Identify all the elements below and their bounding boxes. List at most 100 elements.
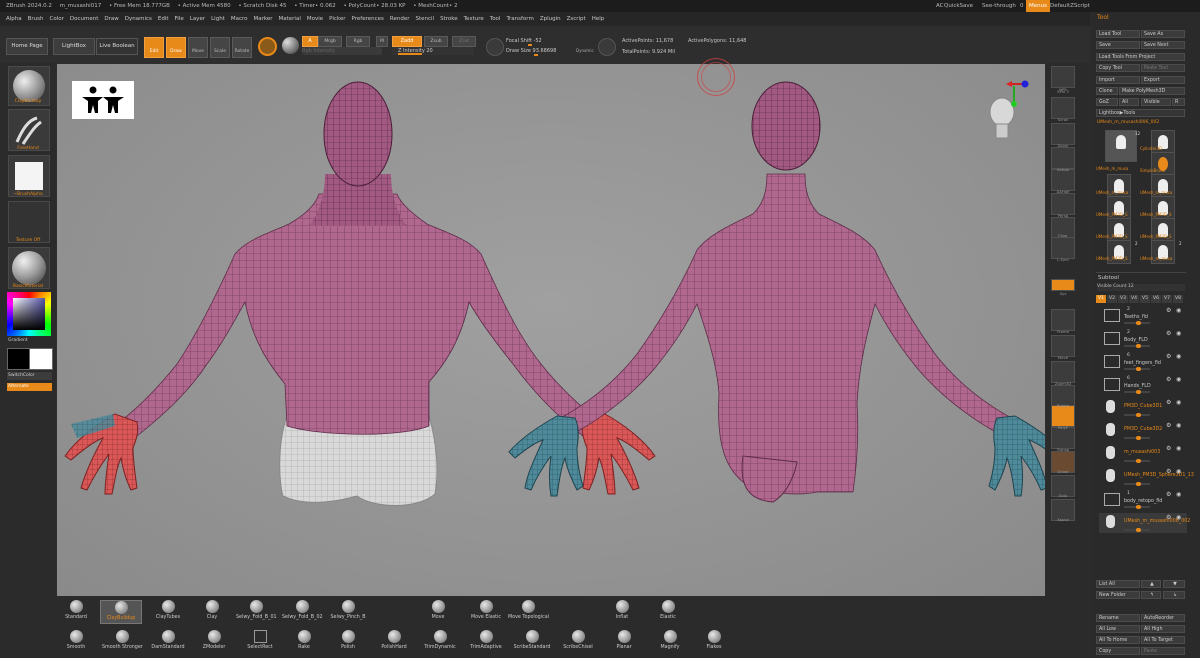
polyf-button[interactable] [1051, 405, 1075, 427]
load-tools-from-project-button[interactable]: Load Tools From Project [1096, 53, 1185, 61]
subtool-opacity-slider[interactable] [1124, 459, 1150, 463]
paste-button[interactable]: Paste [1141, 647, 1185, 655]
default-zscript-button[interactable]: DefaultZScript [1050, 0, 1090, 12]
draw-button[interactable]: Draw [166, 37, 186, 58]
color-picker[interactable] [7, 292, 51, 336]
load-tool-button[interactable]: Load Tool [1096, 30, 1140, 38]
menu-edit[interactable]: Edit [158, 16, 169, 22]
menu-render[interactable]: Render [390, 16, 410, 22]
focal-shift-slider[interactable]: Focal Shift -52 [506, 37, 594, 46]
folder-icon[interactable] [1104, 493, 1120, 506]
subtool-opacity-slider[interactable] [1124, 321, 1150, 325]
subtool-opacity-slider[interactable] [1124, 436, 1150, 440]
rotate-button[interactable]: Rotate [232, 37, 252, 58]
version-button-v4[interactable]: V4 [1129, 295, 1139, 303]
gear-icon[interactable]: ⚙ [1166, 514, 1171, 521]
subtool-opacity-slider[interactable] [1124, 390, 1150, 394]
home-page-button[interactable]: Home Page [6, 38, 48, 55]
brush-rake[interactable]: Rake [284, 630, 324, 652]
brush-claytubes[interactable]: ClayTubes [148, 600, 188, 622]
actual-icon[interactable] [1051, 147, 1075, 169]
tool-thumbnail[interactable] [1105, 130, 1137, 162]
material-sphere-icon[interactable] [282, 37, 299, 54]
slider-knob[interactable] [1136, 321, 1141, 325]
menu-help[interactable]: Help [592, 16, 605, 22]
brush-scribechisel[interactable]: ScribeChisel [558, 630, 598, 652]
menu-macro[interactable]: Macro [231, 16, 248, 22]
slider-knob[interactable] [1136, 413, 1141, 417]
persp-icon[interactable] [1051, 193, 1075, 215]
menu-preferences[interactable]: Preferences [352, 16, 384, 22]
eye-icon[interactable]: ◉ [1176, 445, 1181, 452]
brush-move-elastic[interactable]: Move Elastic [466, 600, 506, 622]
eye-icon[interactable]: ◉ [1176, 514, 1181, 521]
gear-icon[interactable]: ⚙ [1166, 491, 1171, 498]
menu-zplugin[interactable]: Zplugin [540, 16, 561, 22]
transp-icon[interactable] [1051, 427, 1075, 449]
all-to-target-button[interactable]: All To Target [1141, 636, 1185, 644]
arrow-down-icon[interactable]: ↳ [1163, 591, 1185, 599]
slider-knob[interactable] [1136, 436, 1141, 440]
brush-scribestandard[interactable]: ScribeStandard [512, 630, 552, 652]
save-next-button[interactable]: Save Next [1141, 41, 1185, 49]
menu-marker[interactable]: Marker [254, 16, 273, 22]
all-high-button[interactable]: All High [1141, 625, 1185, 633]
menu-stroke[interactable]: Stroke [440, 16, 458, 22]
brush-standard[interactable]: Standard [56, 600, 96, 622]
eye-icon[interactable]: ◉ [1176, 353, 1181, 360]
eye-icon[interactable]: ◉ [1176, 422, 1181, 429]
visible-count-slider[interactable]: Visible Count 12 [1097, 284, 1185, 291]
version-button-v3[interactable]: V3 [1118, 295, 1128, 303]
version-button-v7[interactable]: V7 [1162, 295, 1172, 303]
scale-button[interactable]: Scale [210, 37, 230, 58]
frame-icon[interactable] [1051, 309, 1075, 331]
brush-move-topological[interactable]: Move Topological [508, 600, 549, 622]
menu-brush[interactable]: Brush [28, 16, 44, 22]
save-button[interactable]: Save [1096, 41, 1140, 49]
menu-layer[interactable]: Layer [190, 16, 205, 22]
subtool-opacity-slider[interactable] [1124, 413, 1150, 417]
alternate-button[interactable]: Alternate [7, 383, 52, 391]
slider-knob[interactable] [1136, 505, 1141, 509]
clone-button[interactable]: Clone [1096, 87, 1118, 95]
folder-icon[interactable] [1104, 332, 1120, 345]
move-down-button[interactable]: ▼ [1163, 580, 1185, 588]
alpha-thumbnail[interactable] [8, 155, 50, 197]
menus-button[interactable]: Menus [1026, 0, 1050, 12]
subtool-opacity-slider[interactable] [1124, 344, 1150, 348]
menu-picker[interactable]: Picker [329, 16, 345, 22]
brush-smooth[interactable]: Smooth [56, 630, 96, 652]
eye-icon[interactable]: ◉ [1176, 491, 1181, 498]
version-button-v2[interactable]: V2 [1107, 295, 1117, 303]
brush-selwy-pinch-b[interactable]: Selwy_Pinch_B [328, 600, 368, 622]
zoom3d-icon[interactable] [1051, 361, 1075, 383]
r-button[interactable]: R [1172, 98, 1185, 106]
primary-color-swatch[interactable] [7, 348, 31, 370]
brush-damstandard[interactable]: DamStandard [148, 630, 188, 652]
gear-icon[interactable]: ⚙ [1166, 353, 1171, 360]
copy-tool-button[interactable]: Copy Tool [1096, 64, 1140, 72]
move-up-button[interactable]: ▲ [1141, 580, 1161, 588]
eye-icon[interactable]: ◉ [1176, 399, 1181, 406]
subtool-opacity-slider[interactable] [1124, 482, 1150, 486]
brush-trimadaptive[interactable]: TrimAdaptive [466, 630, 506, 652]
folder-icon[interactable] [1104, 378, 1120, 391]
eye-icon[interactable]: ◉ [1176, 307, 1181, 314]
live-boolean-button[interactable]: Live Boolean [96, 38, 138, 55]
gear-icon[interactable]: ⚙ [1166, 399, 1171, 406]
subtool-header[interactable]: Subtool [1098, 275, 1119, 281]
import-button[interactable]: Import [1096, 76, 1140, 84]
auto-reorder-button[interactable]: AutoReorder [1141, 614, 1185, 622]
lightbox-tools-button[interactable]: Lightbox▶Tools [1096, 109, 1185, 117]
zadd-toggle[interactable]: Zadd [392, 36, 422, 47]
menu-document[interactable]: Document [70, 16, 99, 22]
zsub-toggle[interactable]: Zsub [424, 36, 448, 47]
menu-dynamics[interactable]: Dynamics [125, 16, 152, 22]
zcut-toggle[interactable]: Zcut [452, 36, 476, 47]
lsym-icon[interactable] [1051, 237, 1075, 259]
folder-icon[interactable] [1104, 355, 1120, 368]
gear-icon[interactable]: ⚙ [1166, 376, 1171, 383]
brush-magnify[interactable]: Magnify [650, 630, 690, 652]
menu-color[interactable]: Color [50, 16, 64, 22]
m-toggle[interactable]: M [376, 36, 388, 47]
